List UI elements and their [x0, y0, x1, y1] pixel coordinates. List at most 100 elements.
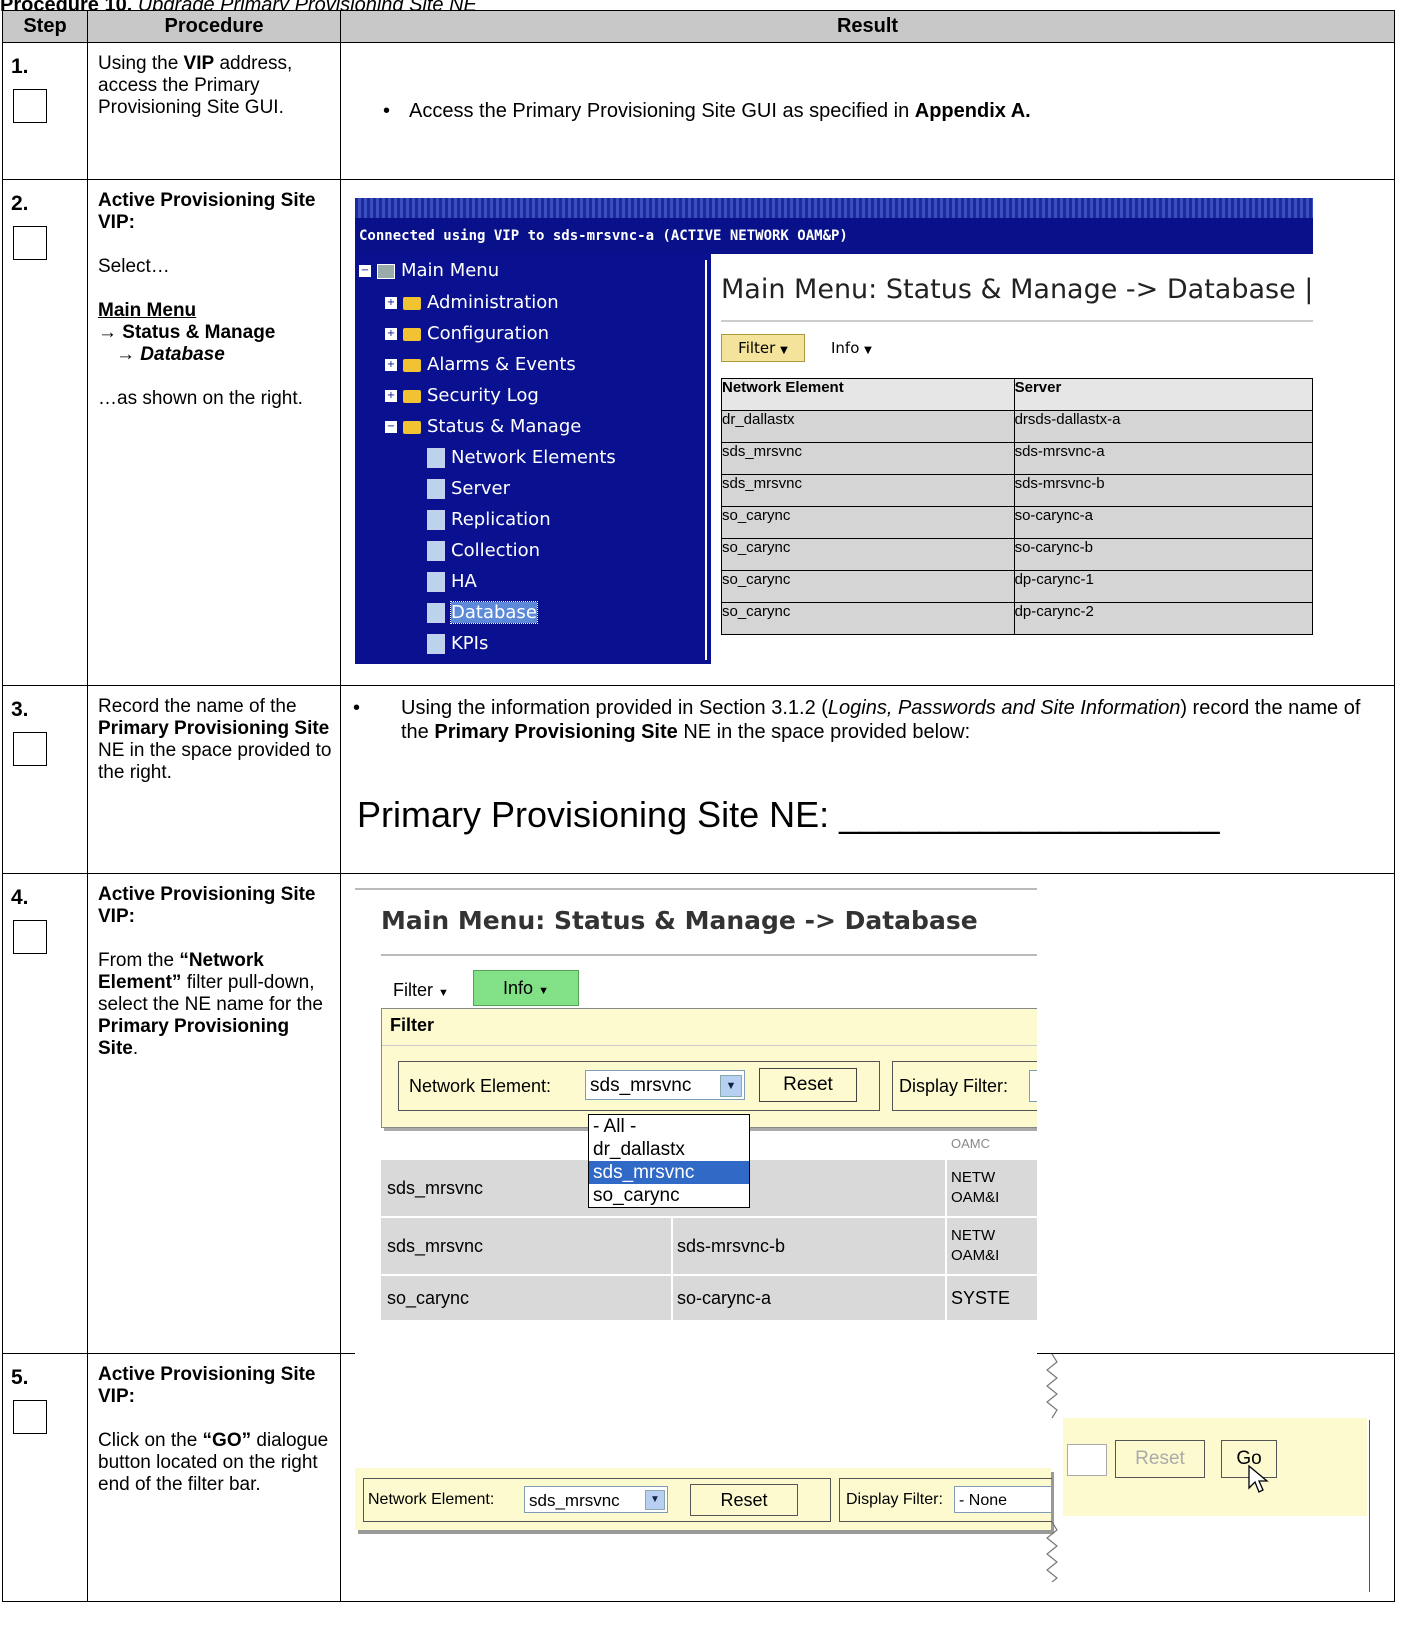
filter-button[interactable]: Filter ▼	[721, 334, 805, 362]
folder-icon	[403, 296, 421, 310]
tree-item-main-menu[interactable]: − Main Menu	[359, 256, 499, 286]
tree-item-database[interactable]: Database	[427, 598, 538, 628]
step-checkbox[interactable]	[13, 89, 47, 123]
dropdown-option[interactable]: dr_dallastx	[589, 1138, 749, 1161]
step-result: • Using the information provided in Sect…	[340, 685, 1395, 874]
filter-button[interactable]: Filter ▼	[393, 980, 449, 1001]
dropdown-option-selected[interactable]: sds_mrsvnc	[589, 1161, 749, 1184]
step-number: 3.	[11, 698, 29, 721]
tree-item-collection[interactable]: Collection	[427, 536, 540, 566]
table-row[interactable]: so_carync so-carync-a SYSTE	[381, 1276, 1037, 1320]
ne-record-line: Primary Provisioning Site NE: __________…	[357, 794, 1220, 835]
filter-panel: Filter Network Element: sds_mrsvnc ▼ Rese…	[381, 1008, 1037, 1128]
step-procedure: Record the name of the Primary Provision…	[87, 685, 341, 874]
tree-item-alarms-events[interactable]: + Alarms & Events	[385, 350, 576, 380]
step-row: 2. Active Provisioning Site VIP: Select……	[2, 179, 1395, 686]
chevron-down-icon[interactable]: ▼	[720, 1075, 742, 1097]
tree-item-ha[interactable]: HA	[427, 567, 477, 597]
reset-button-disabled[interactable]: Reset	[1115, 1440, 1205, 1478]
step-number: 2.	[11, 192, 29, 215]
table-row[interactable]: so_carync dp-carync-2	[721, 602, 1313, 635]
table-row[interactable]: sds_mrsvnc sds-mrsvnc-b NETW OAM&I	[381, 1218, 1037, 1274]
collapse-icon[interactable]: −	[359, 265, 371, 277]
column-header-server: Server	[1013, 378, 1313, 411]
torn-edge	[1046, 1354, 1058, 1582]
reset-button[interactable]: Reset	[690, 1484, 798, 1516]
folder-icon	[403, 389, 421, 403]
tree-item-administration[interactable]: + Administration	[385, 288, 559, 318]
filter-bar-right-end: Reset Go	[1063, 1418, 1367, 1516]
page-icon	[427, 572, 445, 592]
step-checkbox[interactable]	[13, 226, 47, 260]
chevron-down-icon: ▼	[864, 345, 872, 356]
dropdown-option[interactable]: so_carync	[589, 1184, 749, 1207]
chevron-down-icon: ▼	[538, 985, 549, 997]
step-row: 1. Using the VIP address, access the Pri…	[2, 42, 1395, 180]
step-checkbox[interactable]	[13, 1400, 47, 1434]
table-row[interactable]: dr_dallastx drsds-dallastx-a	[721, 410, 1313, 443]
chevron-down-icon: ▼	[438, 987, 449, 999]
display-filter-label: Display Filter:	[846, 1491, 943, 1508]
bullet: •	[383, 100, 391, 122]
step-checkbox[interactable]	[13, 920, 47, 954]
step-number: 5.	[11, 1366, 29, 1389]
step-row: 5. Active Provisioning Site VIP: Click o…	[2, 1353, 1395, 1602]
expand-icon[interactable]: +	[385, 328, 397, 340]
table-header-row: Step Procedure Result	[2, 10, 1395, 43]
step-row: 3. Record the name of the Primary Provis…	[2, 685, 1395, 874]
info-button[interactable]: Info ▼	[831, 334, 872, 365]
tree-item-status-manage[interactable]: − Status & Manage	[385, 412, 581, 442]
display-filter-value-field[interactable]	[1067, 1444, 1107, 1476]
collapse-icon[interactable]: −	[385, 421, 397, 433]
display-filter-select[interactable]	[1029, 1070, 1037, 1102]
connection-banner: Connected using VIP to sds-mrsvnc-a (ACT…	[355, 218, 1313, 254]
expand-icon[interactable]: +	[385, 297, 397, 309]
network-element-dropdown: - All - dr_dallastx sds_mrsvnc so_carync	[588, 1114, 750, 1208]
display-filter-label: Display Filter:	[899, 1076, 1009, 1096]
step-checkbox[interactable]	[13, 732, 47, 766]
dropdown-option[interactable]: - All -	[589, 1115, 749, 1138]
page-icon	[427, 634, 445, 654]
table-row[interactable]: so_carync so-carync-b	[721, 538, 1313, 571]
network-element-select[interactable]: sds_mrsvnc ▼	[524, 1486, 668, 1513]
screenshot-status-manage: Connected using VIP to sds-mrsvnc-a (ACT…	[355, 198, 1313, 664]
computer-icon	[377, 263, 395, 279]
step-result: Connected using VIP to sds-mrsvnc-a (ACT…	[340, 179, 1395, 686]
network-element-label: Network Element:	[368, 1491, 495, 1508]
filter-panel-title: Filter	[390, 1015, 435, 1035]
step-procedure: Using the VIP address, access the Primar…	[87, 42, 341, 180]
step-procedure: Active Provisioning Site VIP: From the “…	[87, 873, 341, 1354]
tree-item-kpis[interactable]: KPIs	[427, 629, 488, 659]
chevron-down-icon[interactable]: ▼	[645, 1490, 665, 1510]
page-icon	[427, 603, 445, 623]
network-element-select[interactable]: sds_mrsvnc ▼	[585, 1070, 745, 1100]
display-filter-select[interactable]: - None	[954, 1486, 1052, 1513]
header-result: Result	[340, 10, 1395, 43]
step-number: 4.	[11, 886, 29, 909]
tree-item-configuration[interactable]: + Configuration	[385, 319, 549, 349]
table-row[interactable]: so_carync dp-carync-1	[721, 570, 1313, 603]
table-row[interactable]: so_carync so-carync-a	[721, 506, 1313, 539]
info-button[interactable]: Info ▼	[473, 970, 579, 1006]
tree-item-server[interactable]: Server	[427, 474, 510, 504]
reset-button[interactable]: Reset	[759, 1068, 857, 1102]
tree-item-security-log[interactable]: + Security Log	[385, 381, 539, 411]
tree-item-network-elements[interactable]: Network Elements	[427, 443, 616, 473]
header-procedure: Procedure	[87, 10, 341, 43]
expand-icon[interactable]: +	[385, 390, 397, 402]
step-procedure: Active Provisioning Site VIP: Click on t…	[87, 1353, 341, 1602]
expand-icon[interactable]: +	[385, 359, 397, 371]
chevron-down-icon: ▼	[780, 345, 788, 356]
tree-item-replication[interactable]: Replication	[427, 505, 551, 535]
step-result: • Access the Primary Provisioning Site G…	[340, 42, 1395, 180]
table-row[interactable]: sds_mrsvnc sds-mrsvnc-a	[721, 442, 1313, 475]
page-icon	[427, 510, 445, 530]
header-step: Step	[2, 10, 88, 43]
bullet: •	[353, 697, 361, 719]
page-icon	[427, 479, 445, 499]
step-result: Network Element: sds_mrsvnc ▼ Reset Displ…	[340, 1353, 1395, 1602]
table-row[interactable]: sds_mrsvnc sds-mrsvnc-b	[721, 474, 1313, 507]
page-title: Main Menu: Status & Manage -> Database |	[721, 274, 1313, 305]
step-number: 1.	[11, 55, 29, 78]
filter-bar: Network Element: sds_mrsvnc ▼ Reset Displ…	[355, 1468, 1052, 1530]
